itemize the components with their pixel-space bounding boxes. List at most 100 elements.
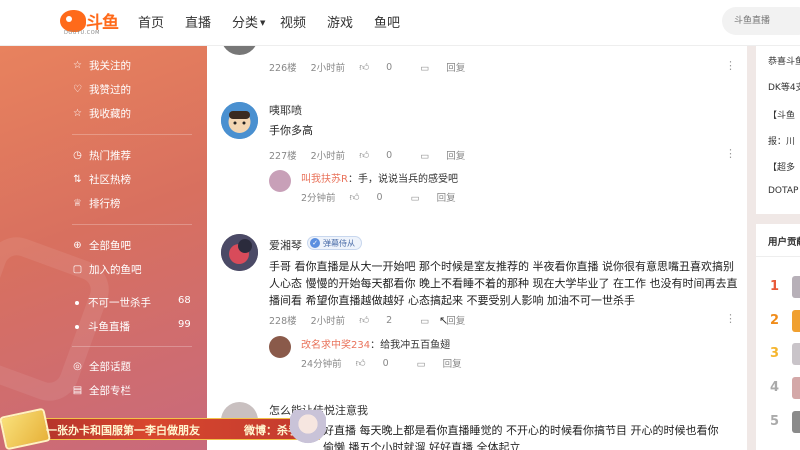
divider bbox=[72, 224, 192, 225]
more-options-icon[interactable]: ⋮ bbox=[725, 147, 736, 160]
sidebar-item-community[interactable]: ⇅ 社区热榜 bbox=[72, 172, 131, 187]
sidebar-item-all-topics[interactable]: ◎ 全部话题 bbox=[72, 359, 131, 374]
reply-avatar[interactable] bbox=[269, 336, 291, 358]
timestamp: 2小时前 bbox=[310, 151, 346, 162]
username[interactable]: 爱湘琴 bbox=[269, 237, 302, 253]
avatar[interactable] bbox=[221, 102, 258, 139]
sidebar-bar-item[interactable]: 不可一世杀手 bbox=[72, 295, 151, 310]
reply-button[interactable]: ▭ 回复 bbox=[420, 148, 479, 162]
sidebar-item-hot[interactable]: ◷ 热门推荐 bbox=[72, 148, 131, 163]
comment-icon: ▭ bbox=[420, 63, 430, 74]
sidebar-label: 社区热榜 bbox=[89, 174, 131, 186]
comment-icon: ▭ bbox=[410, 193, 420, 204]
fan-badge: ✓ 弹幕侍从 bbox=[307, 236, 362, 250]
comment-text-continued: 偷懒 播五个小时就溜 好好直播 全体起立 bbox=[323, 441, 521, 450]
top-nav: 斗鱼 DOUYU.COM 首页 直播 分类 ▼ 视频 游戏 鱼吧 bbox=[0, 0, 800, 46]
nav-live[interactable]: 直播 bbox=[185, 12, 211, 31]
sidebar-item-liked[interactable]: ♡ 我赞过的 bbox=[72, 82, 131, 97]
like-button[interactable]: 👍︎ 0 bbox=[356, 357, 403, 369]
reply-username[interactable]: 改名求中奖234 bbox=[301, 340, 370, 351]
rank-avatar[interactable] bbox=[792, 343, 800, 365]
rank-number: 3 bbox=[770, 346, 780, 361]
like-button[interactable]: 👍︎ 0 bbox=[359, 149, 406, 161]
comment-list: 226楼 2小时前 👍︎ 0 ▭ 回复 ⋮ 咦耶喷 手你多高 227楼 2小时前… bbox=[207, 18, 747, 450]
reply-username[interactable]: 叫我扶苏R bbox=[301, 174, 348, 185]
rank-avatar[interactable] bbox=[792, 276, 800, 298]
more-options-icon[interactable]: ⋮ bbox=[725, 312, 736, 325]
announcement-line[interactable]: DK等4支 bbox=[768, 80, 800, 93]
search-input[interactable] bbox=[722, 7, 800, 35]
sidebar-label: 全部专栏 bbox=[89, 385, 131, 397]
announcement-line[interactable]: DOTAP bbox=[768, 186, 798, 196]
bar-count: 68 bbox=[178, 295, 191, 306]
avatar[interactable] bbox=[221, 234, 258, 271]
sidebar-item-all-bars[interactable]: ⊕ 全部鱼吧 bbox=[72, 238, 131, 253]
thumb-up-icon: ♡ bbox=[73, 84, 82, 95]
topic-icon: ◎ bbox=[73, 361, 82, 372]
nav-category[interactable]: 分类 ▼ bbox=[232, 12, 265, 31]
rank-avatar[interactable] bbox=[792, 310, 800, 332]
comment-meta: 227楼 2小时前 👍︎ 0 ▭ 回复 bbox=[269, 148, 493, 162]
sidebar-item-joined-bars[interactable]: ▢ 加入的鱼吧 bbox=[72, 262, 142, 277]
rank-avatar[interactable] bbox=[792, 377, 800, 399]
star-icon: ☆ bbox=[73, 60, 82, 71]
nav-fishbar[interactable]: 鱼吧 bbox=[374, 12, 400, 31]
grid-icon: ⊕ bbox=[73, 240, 82, 251]
reply-avatar[interactable] bbox=[269, 170, 291, 192]
timestamp: 2分钟前 bbox=[301, 193, 336, 204]
floor-number: 226楼 bbox=[269, 63, 297, 74]
nav-home[interactable]: 首页 bbox=[138, 12, 164, 31]
sidebar-item-ranking[interactable]: ♕ 排行榜 bbox=[72, 196, 120, 211]
reply-label: 回复 bbox=[446, 316, 466, 327]
reply-button[interactable]: ▭ 回复 bbox=[420, 60, 479, 74]
comment-text: 好直播 每天晚上都是看你直播睡觉的 不开心的时候看你搞节目 开心的时候也看你 bbox=[323, 424, 719, 437]
sidebar-label: 我收藏的 bbox=[89, 108, 131, 120]
nav-video[interactable]: 视频 bbox=[280, 12, 306, 31]
like-count: 0 bbox=[386, 150, 393, 161]
rank-number: 2 bbox=[770, 313, 780, 328]
reply-button[interactable]: ▭ 回复 bbox=[411, 190, 470, 204]
reply-label: 回复 bbox=[442, 359, 462, 370]
sidebar-bar-item[interactable]: 斗鱼直播 bbox=[72, 319, 130, 334]
column-icon: ▤ bbox=[72, 385, 83, 396]
reply-label: 回复 bbox=[446, 63, 466, 74]
sidebar-label: 全部话题 bbox=[89, 361, 131, 373]
badge-label: 弹幕侍从 bbox=[323, 238, 355, 248]
reply-meta: 2分钟前 👍︎ 0 ▭ 回复 bbox=[301, 190, 484, 204]
like-button[interactable]: 👍︎ 0 bbox=[350, 191, 397, 203]
nav-category-label: 分类 bbox=[232, 16, 259, 31]
announcement-line[interactable]: 报：川 bbox=[768, 134, 795, 147]
username[interactable]: 咦耶喷 bbox=[269, 102, 302, 118]
nav-games[interactable]: 游戏 bbox=[327, 12, 353, 31]
like-button[interactable]: 👍︎ 2 bbox=[359, 314, 406, 326]
reply-label: 回复 bbox=[446, 151, 466, 162]
sidebar-label: 我赞过的 bbox=[89, 84, 131, 96]
comment-meta: 228楼 2小时前 👍︎ 2 ▭ 回复 bbox=[269, 313, 493, 327]
avatar-image bbox=[221, 102, 258, 139]
rank-number: 5 bbox=[770, 414, 780, 429]
reply-label: 回复 bbox=[436, 193, 456, 204]
sidebar-item-all-columns[interactable]: ▤ 全部专栏 bbox=[72, 383, 131, 398]
like-button[interactable]: 👍︎ 0 bbox=[359, 61, 406, 73]
rank-avatar[interactable] bbox=[792, 411, 800, 433]
sidebar-item-following[interactable]: ☆ 我关注的 bbox=[72, 58, 131, 73]
contribution-panel: 用户贡献 1 2 3 4 5 bbox=[756, 224, 800, 450]
stream-banner: 一张办卡和国服第一李白做朋友 微博：杀手SS bbox=[0, 407, 326, 450]
thumb-up-icon: 👍︎ bbox=[359, 150, 370, 161]
reply-line: 改名求中奖234：给我冲五百鱼翅 bbox=[301, 336, 450, 351]
sidebar-item-favorites[interactable]: ☆ 我收藏的 bbox=[72, 106, 131, 121]
thumb-up-icon: 👍︎ bbox=[349, 192, 360, 203]
reply-text: ：手，说说当兵的感受吧 bbox=[347, 174, 458, 185]
reply-button[interactable]: ▭ 回复 bbox=[417, 356, 476, 370]
announcement-line[interactable]: 【超多 bbox=[768, 160, 795, 173]
fish-logo-icon bbox=[60, 10, 86, 32]
divider bbox=[72, 134, 192, 135]
douyu-logo[interactable]: 斗鱼 DOUYU.COM bbox=[60, 8, 120, 38]
announcement-line[interactable]: 【斗鱼 bbox=[768, 108, 795, 121]
thumb-up-icon: 👍︎ bbox=[359, 62, 370, 73]
more-options-icon[interactable]: ⋮ bbox=[725, 59, 736, 72]
reply-button[interactable]: ▭ 回复 bbox=[420, 313, 479, 327]
caret-down-icon: ▼ bbox=[260, 19, 266, 27]
anime-character-icon bbox=[290, 410, 326, 450]
announcement-line[interactable]: 恭喜斗鱼 bbox=[768, 54, 800, 67]
